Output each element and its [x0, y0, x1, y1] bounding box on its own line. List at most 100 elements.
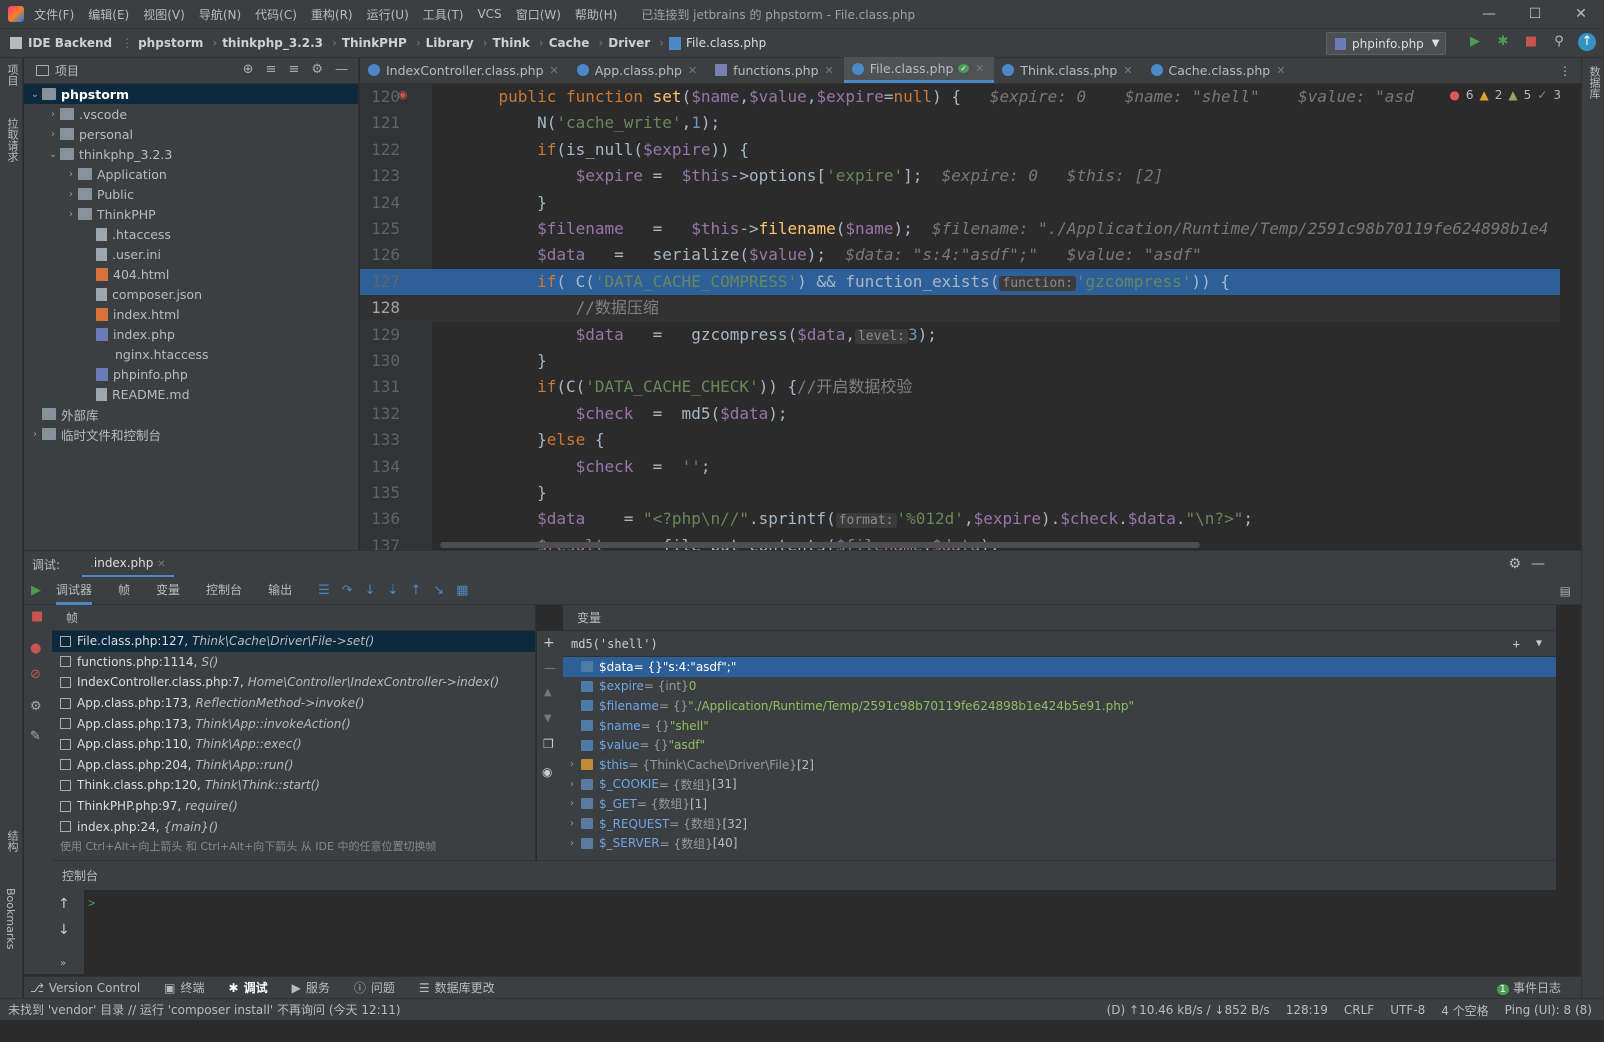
chevron-right-icon[interactable]: › — [563, 838, 581, 849]
breadcrumb-item[interactable]: Driver — [608, 36, 650, 50]
variable-row[interactable]: $data = {} "s:4:"asdf";" — [563, 657, 1556, 677]
inspection-widget[interactable]: ● 6 ▲ 2 ▲ 5 ✓ 3 — [1449, 88, 1561, 102]
breadcrumb-item[interactable]: Library — [426, 36, 474, 50]
breadcrumb-item[interactable]: ThinkPHP — [342, 36, 407, 50]
code-line[interactable]: 124 } — [360, 190, 1560, 216]
debug-tab[interactable]: 帧 — [118, 577, 130, 605]
copy-icon[interactable]: ❐ — [543, 737, 554, 751]
menu-item-10[interactable]: 帮助(H) — [575, 6, 617, 23]
chevron-icon[interactable]: › — [64, 189, 78, 200]
indent-setting[interactable]: 4 个空格 — [1441, 1002, 1488, 1019]
mute-breakpoints-icon[interactable]: ⊘ — [30, 667, 41, 682]
menu-item-2[interactable]: 视图(V) — [143, 6, 185, 23]
update-icon[interactable]: ↑ — [1578, 33, 1596, 51]
close-button[interactable]: ✕ — [1558, 0, 1604, 28]
variable-row[interactable]: $expire = {int} 0 — [563, 677, 1556, 697]
variable-row[interactable]: $value = {} "asdf" — [563, 735, 1556, 755]
editor-tab[interactable]: functions.php ✕ — [707, 57, 844, 83]
gear-icon[interactable]: ⚙ — [30, 699, 42, 714]
menu-item-6[interactable]: 运行(U) — [367, 6, 409, 23]
code-line[interactable]: 128 //数据压缩 — [360, 295, 1560, 322]
debug-tab[interactable]: 输出 — [268, 577, 292, 605]
tree-item[interactable]: .user.ini — [24, 244, 358, 264]
editor-tab[interactable]: Cache.class.php ✕ — [1143, 57, 1296, 83]
debug-tab[interactable]: 调试器 — [56, 577, 93, 605]
chevron-right-icon[interactable]: › — [563, 759, 581, 770]
stack-frame[interactable]: App.class.php:173, ReflectionMethod->invo… — [52, 693, 535, 714]
tree-item[interactable]: nginx.htaccess — [24, 344, 358, 364]
variable-row[interactable]: › $_REQUEST = {数组} [32] — [563, 814, 1556, 834]
run-to-cursor-icon[interactable]: ↘ — [433, 583, 444, 598]
breadcrumb-item[interactable]: thinkphp_3.2.3 — [222, 36, 323, 50]
structure-tool-button[interactable]: 结构 — [4, 830, 20, 852]
tool-window-button[interactable]: ▣ 终端 — [164, 979, 204, 996]
add-watch-icon[interactable]: + — [543, 635, 555, 651]
code-line[interactable]: 121 N('cache_write',1); — [360, 110, 1560, 136]
breadcrumb-item[interactable]: Think — [493, 36, 530, 50]
stack-frame[interactable]: App.class.php:110, Think\App::exec() — [52, 734, 535, 755]
editor-tab[interactable]: Think.class.php ✕ — [994, 57, 1142, 83]
locate-icon[interactable]: ⊕ — [243, 62, 254, 77]
tree-item[interactable]: › Application — [24, 164, 358, 184]
view-breakpoints-icon[interactable]: ● — [30, 641, 41, 656]
tool-window-button[interactable]: ⓘ 问题 — [354, 979, 395, 996]
tree-item[interactable]: README.md — [24, 384, 358, 404]
variable-row[interactable]: $filename = {} "./Application/Runtime/Te… — [563, 696, 1556, 716]
stop-icon[interactable]: ■ — [31, 609, 43, 624]
tree-item[interactable]: › Public — [24, 184, 358, 204]
move-up-icon[interactable]: ▲ — [544, 687, 552, 698]
variable-row[interactable]: › $this = {Think\Cache\Driver\File} [2] — [563, 755, 1556, 775]
close-icon[interactable]: ✕ — [1276, 64, 1285, 77]
minimize-button[interactable]: — — [1466, 0, 1512, 28]
menu-item-1[interactable]: 编辑(E) — [88, 6, 129, 23]
menu-item-7[interactable]: 工具(T) — [423, 6, 464, 23]
hide-icon[interactable]: — — [1531, 556, 1545, 572]
chevron-icon[interactable]: › — [64, 169, 78, 180]
down-arrow-icon[interactable]: ↓ — [58, 922, 70, 938]
close-icon[interactable]: ✕ — [688, 64, 697, 77]
tree-item[interactable]: › ThinkPHP — [24, 204, 358, 224]
chevron-right-icon[interactable]: › — [563, 818, 581, 829]
chevron-right-icon[interactable]: › — [563, 779, 581, 790]
up-arrow-icon[interactable]: ↑ — [58, 896, 70, 912]
step-into-icon[interactable]: ↓ — [365, 583, 376, 598]
tree-item[interactable]: › 临时文件和控制台 — [24, 424, 358, 444]
stack-frame[interactable]: App.class.php:173, Think\App::invokeActio… — [52, 713, 535, 734]
editor-tab[interactable]: IndexController.class.php ✕ — [360, 57, 569, 83]
code-line[interactable]: 126 $data = serialize($value); $data: "s… — [360, 242, 1560, 268]
maximize-button[interactable]: ☐ — [1512, 0, 1558, 28]
watch-expression-input[interactable]: md5('shell') + ▼ — [563, 631, 1556, 657]
menu-item-5[interactable]: 重构(R) — [311, 6, 353, 23]
chevron-icon[interactable]: › — [64, 209, 78, 220]
code-line[interactable]: 133 }else { — [360, 427, 1560, 453]
horizontal-scrollbar[interactable] — [440, 542, 1200, 548]
more-icon[interactable]: ⋮ — [1559, 64, 1571, 78]
code-line[interactable]: 136 $data = "<?php\n//".sprintf(format: '… — [360, 506, 1560, 532]
tree-item[interactable]: › personal — [24, 124, 358, 144]
stack-frame[interactable]: Think.class.php:120, Think\Think::start() — [52, 775, 535, 796]
layout-icon[interactable]: ▤ — [1560, 584, 1571, 598]
code-line[interactable]: 125 $filename = $this->filename($name); … — [360, 216, 1560, 242]
tool-window-button[interactable]: ✱ 调试 — [229, 979, 268, 996]
tree-item[interactable]: composer.json — [24, 284, 358, 304]
show-execution-point-icon[interactable]: ☰ — [318, 583, 330, 598]
tool-window-button[interactable]: ☰ 数据库更改 — [419, 979, 495, 996]
stack-frame[interactable]: ThinkPHP.php:97, require() — [52, 796, 535, 817]
status-message[interactable]: 未找到 'vendor' 目录 // 运行 'composer install'… — [8, 1001, 401, 1018]
tree-item[interactable]: ⌄ thinkphp_3.2.3 — [24, 144, 358, 164]
chevron-icon[interactable]: › — [46, 129, 60, 140]
close-icon[interactable]: ✕ — [975, 62, 984, 75]
collapse-all-icon[interactable]: ≡ — [288, 62, 299, 77]
debug-tab[interactable]: 变量 — [156, 577, 180, 605]
tree-item[interactable]: index.html — [24, 304, 358, 324]
code-line[interactable]: 122 if(is_null($expire)) { — [360, 137, 1560, 163]
debug-session-tab[interactable]: .index.php ✕ — [82, 551, 174, 578]
close-icon[interactable]: ✕ — [1123, 64, 1132, 77]
close-icon[interactable]: ✕ — [550, 64, 559, 77]
step-over-icon[interactable]: ↷ — [342, 583, 353, 598]
stack-frame[interactable]: App.class.php:204, Think\App::run() — [52, 755, 535, 776]
close-icon[interactable]: ✕ — [825, 64, 834, 77]
chevron-icon[interactable]: ⌄ — [28, 89, 42, 100]
breadcrumb-item[interactable]: Cache — [549, 36, 590, 50]
tree-item[interactable]: 外部库 — [24, 404, 358, 424]
